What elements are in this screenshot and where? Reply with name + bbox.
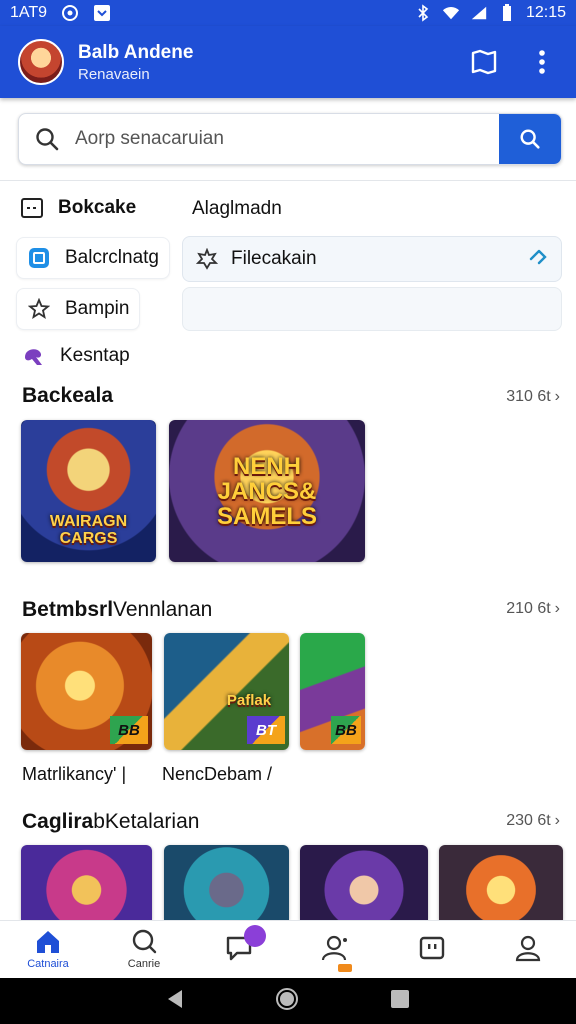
search-button[interactable] <box>499 114 561 164</box>
download-icon <box>93 4 111 22</box>
chevron-right-icon: › <box>554 812 560 829</box>
menu-header-right: Alaglmadn <box>192 198 282 220</box>
app-title: Balb Andene <box>78 41 194 63</box>
nav-label: Catnaira <box>27 958 69 970</box>
menu-item-kesntap[interactable]: Kesntap <box>22 344 130 368</box>
search-icon <box>130 929 158 958</box>
home-icon <box>34 929 62 958</box>
status-time-right: 12:15 <box>525 4 566 21</box>
search-bar <box>18 113 562 165</box>
recents-icon[interactable] <box>389 988 411 1015</box>
game-tile-title: NENH JANCS& SAMELS <box>216 453 317 531</box>
chevron-right-icon: › <box>554 600 560 617</box>
status-bar: 1AT9 12:15 <box>0 0 576 26</box>
game-badge: BB <box>331 716 361 744</box>
game-tile[interactable]: BB <box>300 633 365 750</box>
nav-home[interactable]: Catnaira <box>0 921 96 978</box>
system-navigation-bar <box>0 978 576 1024</box>
inbox-icon <box>418 935 446 964</box>
nav-search[interactable]: Canrie <box>96 921 192 978</box>
arrow-icon <box>527 245 549 273</box>
home-button-icon[interactable] <box>275 987 299 1016</box>
status-pill <box>338 964 352 972</box>
search-button-icon <box>520 129 540 149</box>
nav-chat[interactable] <box>192 921 288 978</box>
game-tile[interactable]: Paflak BT <box>164 633 289 750</box>
search-input[interactable] <box>75 114 499 164</box>
nav-profile[interactable] <box>480 921 576 978</box>
menu-right-label: Alaglmadn <box>192 198 282 219</box>
game-caption: Matrlikancy' | <box>22 764 127 784</box>
game-tile-title: Paflak <box>226 692 272 709</box>
controller-icon <box>22 344 46 368</box>
bluetooth-icon <box>414 4 432 22</box>
game-tile[interactable] <box>21 845 152 920</box>
puzzle-icon <box>195 247 219 271</box>
wifi-icon <box>442 4 460 22</box>
nav-inbox[interactable] <box>384 921 480 978</box>
game-tile[interactable]: NENH JANCS& SAMELS <box>169 420 365 562</box>
back-icon[interactable] <box>165 988 185 1015</box>
notification-badge <box>244 925 266 947</box>
section-count[interactable]: 310 6t › <box>506 388 560 406</box>
avatar[interactable] <box>18 39 64 85</box>
section-title: BetmbsrlVennlanan <box>22 598 213 621</box>
filter-label: Filecakain <box>231 248 317 269</box>
search-icon <box>19 126 75 152</box>
app-icon <box>27 246 51 270</box>
map-icon[interactable] <box>468 46 500 78</box>
notification-icon <box>61 4 79 22</box>
menu-item-label: Balcrclnatg <box>65 247 159 268</box>
more-options-icon[interactable] <box>526 46 558 78</box>
game-tile[interactable] <box>164 845 289 920</box>
badge-icon <box>27 297 51 321</box>
menu-item-label: Bokcake <box>58 197 137 218</box>
divider <box>0 180 576 181</box>
menu-item-label: Bampin <box>65 298 130 319</box>
signal-icon <box>470 4 488 22</box>
section-count[interactable]: 210 6t › <box>506 600 560 618</box>
section-count-value: 230 6t <box>506 812 551 829</box>
section-count-value: 210 6t <box>506 600 551 617</box>
app-subtitle: Renavaein <box>78 65 150 83</box>
menu-item-balcrclnatg[interactable]: Balcrclnatg <box>16 237 170 279</box>
menu-item-bokcake[interactable]: Bokcake <box>20 196 136 220</box>
section-title: CaglirabKetalarian <box>22 810 200 833</box>
section-count[interactable]: 230 6t › <box>506 812 560 830</box>
section-title: Backeala <box>22 384 114 407</box>
bottom-navigation: Catnaira Canrie <box>0 920 576 978</box>
game-tile[interactable]: BB <box>21 633 152 750</box>
game-tile[interactable] <box>439 845 563 920</box>
battery-icon <box>498 4 516 22</box>
status-time-left: 1AT9 <box>10 4 48 21</box>
filter-card[interactable]: Filecakain <box>182 236 562 282</box>
game-caption: NencDebam / <box>162 764 273 784</box>
game-tile-title: WAIRAGN CARGS <box>49 513 128 547</box>
nav-friends[interactable] <box>288 921 384 978</box>
empty-card <box>182 287 562 331</box>
game-badge: BT <box>247 716 285 744</box>
chevron-right-icon: › <box>554 388 560 405</box>
app-bar: Balb Andene Renavaein <box>0 26 576 98</box>
game-tile[interactable] <box>300 845 428 920</box>
friends-icon <box>321 934 351 965</box>
dashboard-icon <box>20 196 44 220</box>
game-badge: BB <box>110 716 148 744</box>
game-tile[interactable]: WAIRAGN CARGS <box>21 420 156 562</box>
menu-item-bampin[interactable]: Bampin <box>16 288 141 330</box>
nav-label: Canrie <box>127 958 161 970</box>
section-count-value: 310 6t <box>506 388 551 405</box>
profile-icon <box>514 934 542 965</box>
menu-item-label: Kesntap <box>60 345 130 366</box>
